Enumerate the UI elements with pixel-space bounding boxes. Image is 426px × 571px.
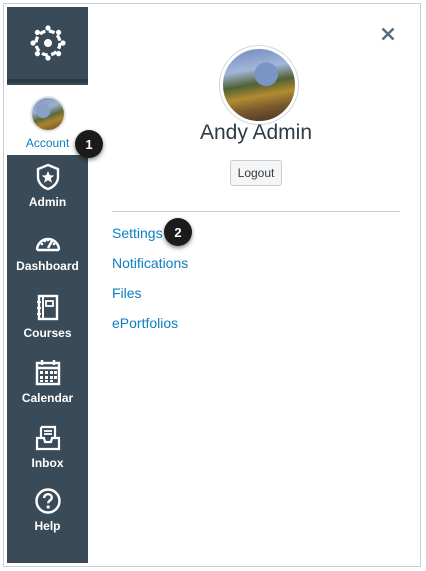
callout-2: 2 [164, 218, 192, 246]
eportfolios-link[interactable]: ePortfolios [112, 315, 178, 331]
nav-admin[interactable]: Admin [7, 163, 88, 209]
nav-calendar-label: Calendar [21, 391, 74, 405]
global-navigation: Account Admin Dashboard Courses Calendar… [7, 7, 88, 563]
admin-shield-icon [36, 163, 59, 191]
nav-help[interactable]: Help [7, 487, 88, 533]
nav-inbox-label: Inbox [31, 456, 64, 470]
canvas-logo[interactable] [7, 7, 88, 83]
nav-dashboard[interactable]: Dashboard [7, 231, 88, 273]
nav-calendar[interactable]: Calendar [7, 359, 88, 405]
settings-link[interactable]: Settings [112, 225, 163, 241]
nav-dashboard-label: Dashboard [16, 259, 79, 273]
nav-admin-label: Admin [28, 195, 67, 209]
courses-book-icon [36, 294, 58, 321]
nav-inbox[interactable]: Inbox [7, 424, 88, 470]
nav-courses-label: Courses [23, 326, 72, 340]
logout-button[interactable]: Logout [230, 160, 282, 186]
close-icon [381, 27, 395, 41]
help-icon [34, 488, 61, 514]
profile-avatar[interactable] [220, 46, 298, 124]
dashboard-gauge-icon [35, 237, 60, 252]
nav-courses[interactable]: Courses [7, 294, 88, 340]
canvas-logo-icon [29, 25, 66, 61]
notifications-link[interactable]: Notifications [112, 255, 188, 271]
calendar-icon [35, 360, 60, 386]
callout-1: 1 [75, 130, 103, 158]
divider [112, 211, 400, 212]
user-name: Andy Admin [199, 121, 313, 144]
close-tray-button[interactable] [378, 24, 398, 44]
inbox-icon [35, 425, 60, 451]
files-link[interactable]: Files [112, 285, 142, 301]
account-avatar [29, 96, 66, 132]
nav-help-label: Help [34, 519, 61, 533]
